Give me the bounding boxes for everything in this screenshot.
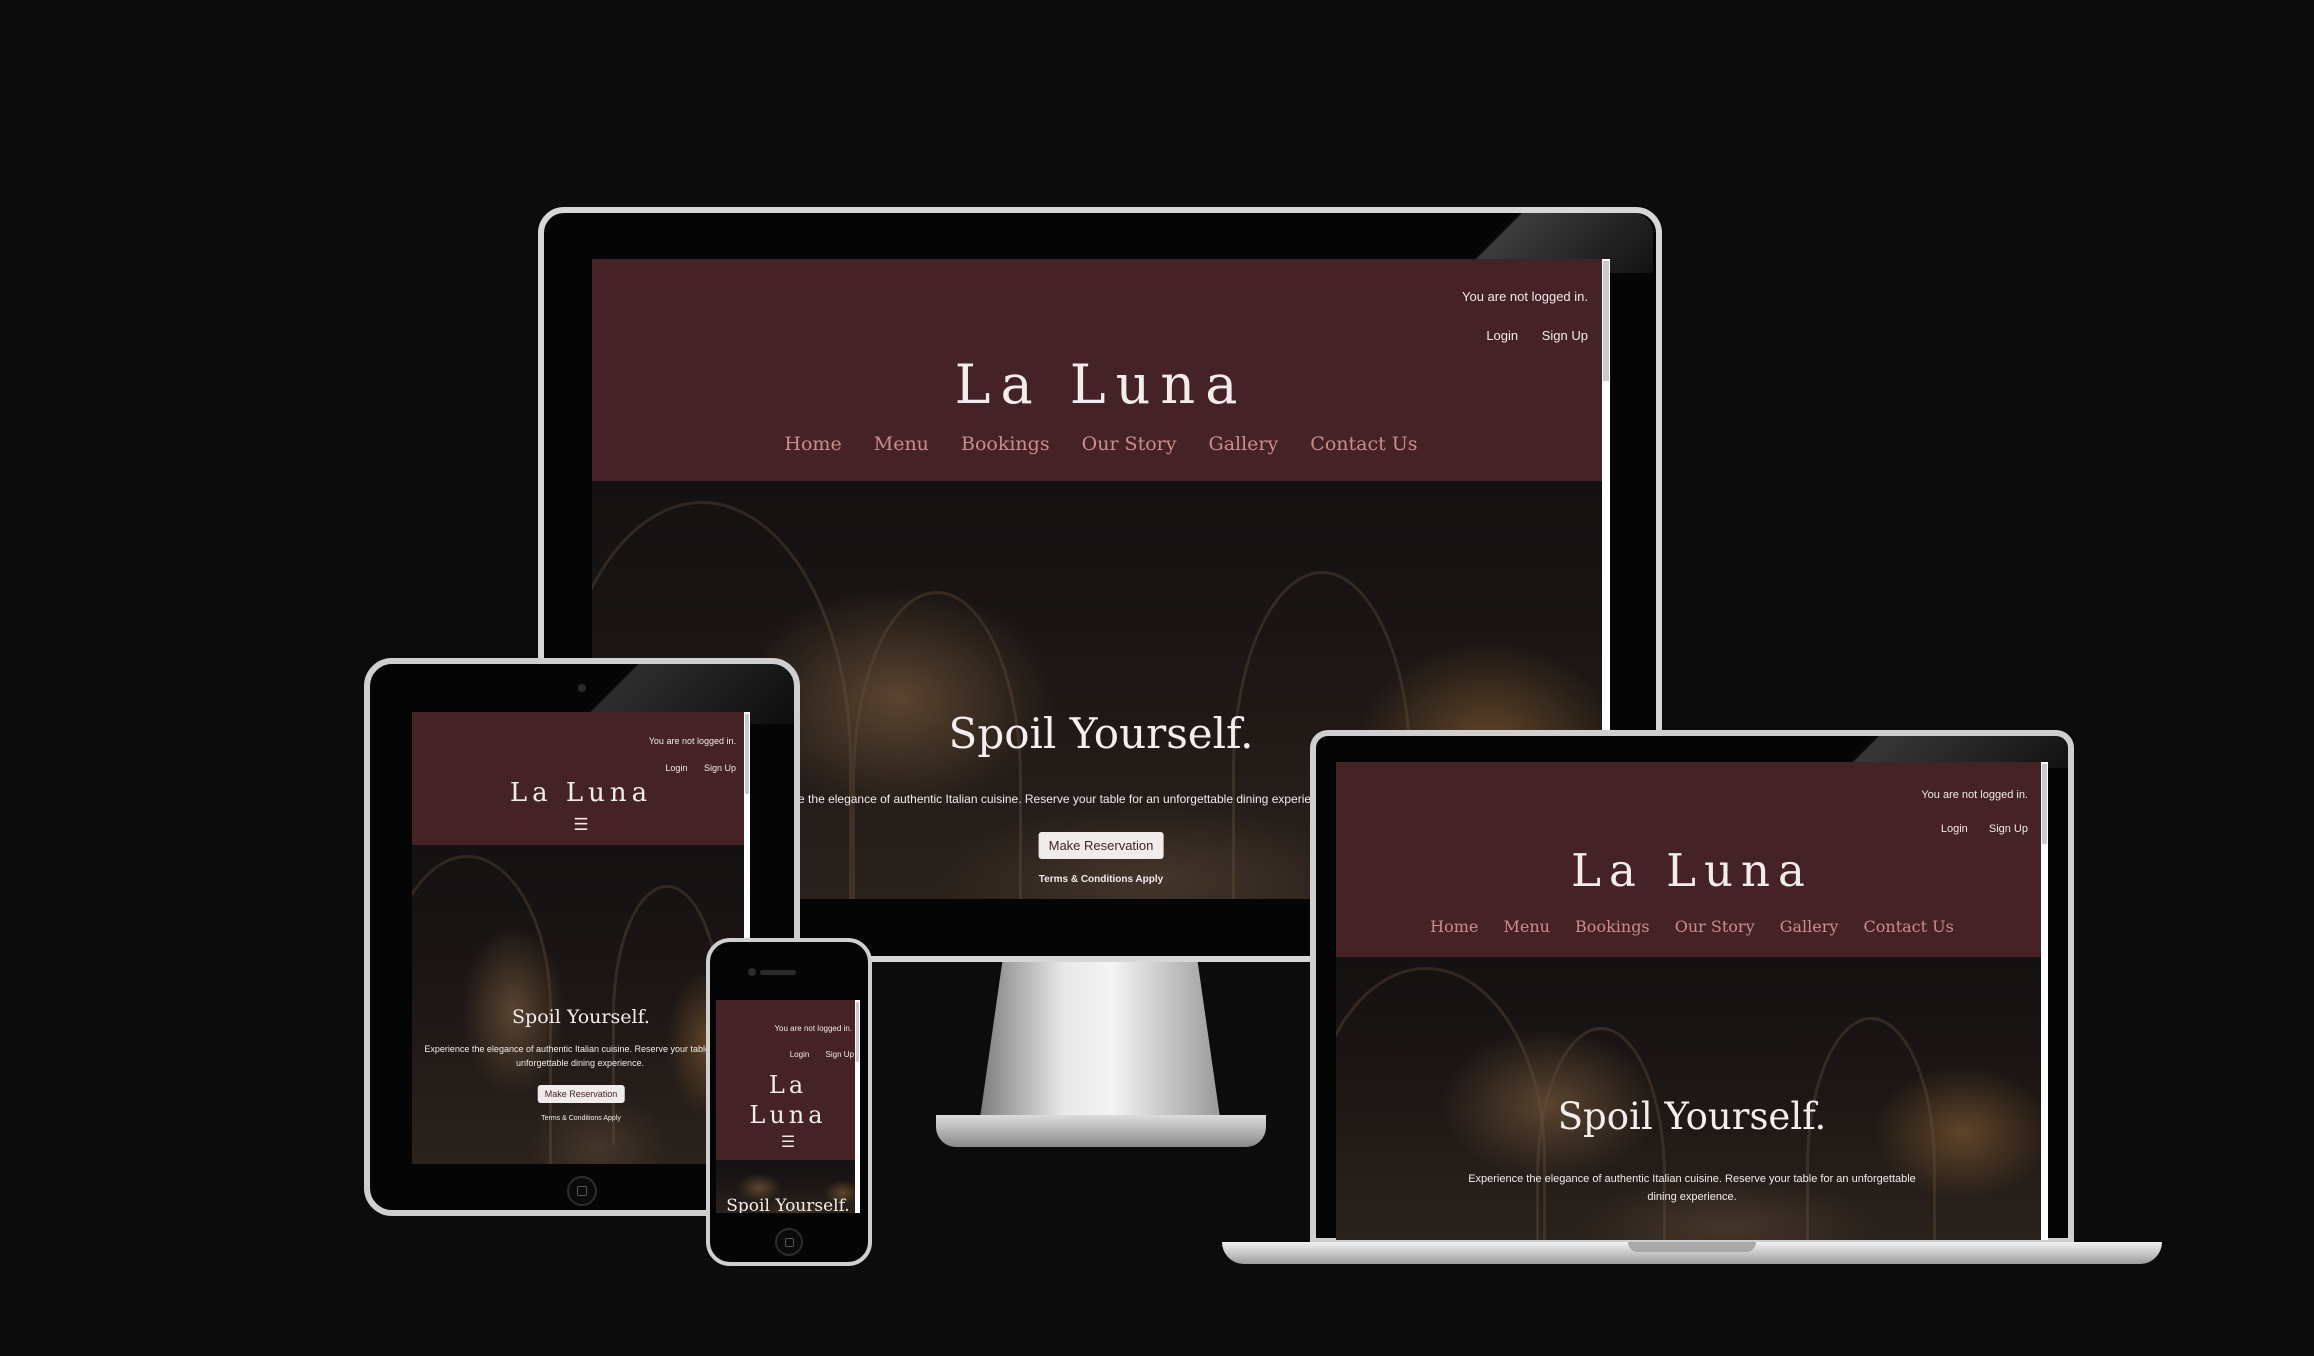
phone-screen: You are not logged in. Login Sign Up La … (716, 1000, 860, 1213)
site-logo[interactable]: La Luna (592, 353, 1610, 416)
hamburger-menu-icon[interactable]: ☰ (716, 1132, 860, 1152)
site-logo[interactable]: La Luna (716, 1070, 860, 1130)
nav-contact-us[interactable]: Contact Us (1864, 917, 1954, 936)
hero-title: Spoil Yourself. (726, 1196, 850, 1213)
nav-our-story[interactable]: Our Story (1082, 433, 1177, 455)
site-header: You are not logged in. Login Sign Up La … (412, 712, 750, 845)
login-link[interactable]: Login (790, 1050, 810, 1059)
login-status: You are not logged in. (774, 1024, 852, 1033)
site-header: You are not logged in. Login Sign Up La … (1336, 762, 2048, 957)
site-header: You are not logged in. Login Sign Up La … (716, 1000, 860, 1160)
nav-home[interactable]: Home (784, 433, 841, 455)
site-logo[interactable]: La Luna (412, 778, 750, 808)
nav-menu[interactable]: Menu (874, 433, 929, 455)
nav-gallery[interactable]: Gallery (1780, 917, 1839, 936)
site-header: You are not logged in. Login Sign Up La … (592, 259, 1610, 481)
make-reservation-button[interactable]: Make Reservation (1038, 832, 1164, 859)
phone: You are not logged in. Login Sign Up La … (706, 938, 872, 1266)
login-status: You are not logged in. (648, 736, 736, 746)
login-link[interactable]: Login (1941, 823, 1968, 835)
main-nav: Home Menu Bookings Our Story Gallery Con… (592, 433, 1610, 455)
nav-menu[interactable]: Menu (1503, 917, 1549, 936)
hero-section: Spoil Yourself. (716, 1160, 860, 1213)
scrollbar[interactable] (2041, 762, 2048, 1240)
make-reservation-button[interactable]: Make Reservation (537, 1085, 625, 1103)
site-logo-line-1: La (768, 1071, 808, 1099)
signup-link[interactable]: Sign Up (1542, 328, 1588, 343)
login-status: You are not logged in. (1921, 789, 2028, 801)
nav-bookings[interactable]: Bookings (1575, 917, 1650, 936)
signup-link[interactable]: Sign Up (826, 1050, 854, 1059)
main-nav: Home Menu Bookings Our Story Gallery Con… (1336, 917, 2048, 936)
laptop-screen: You are not logged in. Login Sign Up La … (1336, 762, 2048, 1240)
tablet-screen: You are not logged in. Login Sign Up La … (412, 712, 750, 1164)
hero-section: Spoil Yourself. Experience the elegance … (412, 845, 750, 1164)
hero-title: Spoil Yourself. (1557, 1095, 1827, 1138)
site-logo[interactable]: La Luna (1336, 844, 2048, 897)
scrollbar[interactable] (855, 1000, 860, 1213)
login-link[interactable]: Login (1486, 328, 1518, 343)
signup-link[interactable]: Sign Up (1989, 823, 2028, 835)
home-button-icon[interactable] (775, 1228, 803, 1256)
hamburger-menu-icon[interactable]: ☰ (412, 815, 750, 835)
hero-section: Spoil Yourself. Experience the elegance … (1336, 957, 2048, 1240)
terms-text: Terms & Conditions Apply (541, 1115, 621, 1122)
nav-gallery[interactable]: Gallery (1209, 433, 1279, 455)
login-link[interactable]: Login (665, 763, 687, 773)
hero-text: Experience the elegance of authentic Ita… (1468, 1173, 1916, 1203)
hero-title: Spoil Yourself. (512, 1006, 650, 1028)
home-button-icon[interactable] (567, 1176, 597, 1206)
login-status: You are not logged in. (1461, 289, 1588, 304)
hero-text: Experience the elegance of authentic Ita… (424, 1044, 736, 1068)
nav-our-story[interactable]: Our Story (1675, 917, 1755, 936)
signup-link[interactable]: Sign Up (704, 763, 736, 773)
nav-contact-us[interactable]: Contact Us (1310, 433, 1417, 455)
laptop: You are not logged in. Login Sign Up La … (1222, 730, 2162, 1276)
site-logo-line-2: Luna (749, 1101, 827, 1129)
nav-home[interactable]: Home (1430, 917, 1478, 936)
nav-bookings[interactable]: Bookings (961, 433, 1050, 455)
